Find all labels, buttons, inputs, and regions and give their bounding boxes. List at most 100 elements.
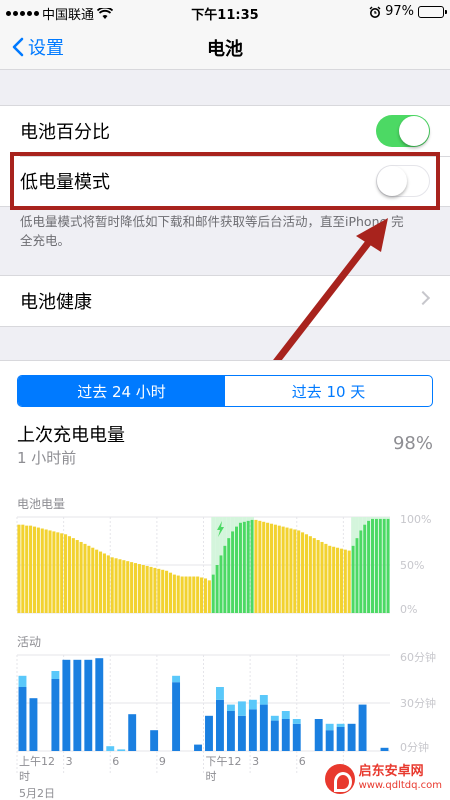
battery-bar	[60, 533, 64, 613]
activity-bar-screen-on	[281, 719, 290, 751]
battery-bar	[332, 546, 336, 613]
battery-bar	[234, 526, 239, 613]
battery-level-chart-title: 电池电量	[17, 497, 66, 511]
activity-x-tick-label: 下午12	[206, 755, 242, 768]
battery-bar	[172, 574, 176, 613]
battery-bar	[114, 558, 118, 613]
battery-bar	[312, 538, 316, 613]
battery-bar	[273, 524, 277, 613]
battery-bar	[184, 576, 188, 613]
battery-bar	[196, 576, 200, 613]
battery-bar	[29, 525, 33, 613]
activity-x-tick-label: 3	[252, 755, 259, 768]
activity-bar-screen-on	[259, 704, 268, 751]
activity-x-tick-label: 6	[112, 755, 119, 768]
tab-last-10-days[interactable]: 过去 10 天	[225, 376, 432, 406]
battery-bar	[336, 547, 340, 613]
activity-bar-screen-on	[29, 698, 38, 751]
watermark-logo-icon	[324, 764, 355, 794]
battery-bar	[266, 522, 270, 613]
battery-bar	[32, 526, 37, 613]
activity-x-tick-label: 上午12	[19, 755, 55, 768]
battery-bar	[269, 523, 274, 613]
charging-background	[219, 517, 223, 556]
battery-bar	[254, 519, 258, 613]
battery-y-tick-label: 50%	[400, 559, 424, 572]
charging-background	[246, 517, 251, 521]
battery-bar	[36, 527, 40, 613]
battery-bar	[118, 559, 122, 613]
battery-bar	[48, 530, 52, 613]
activity-bar-screen-off	[248, 699, 257, 710]
battery-bar	[25, 525, 29, 613]
battery-bar	[370, 518, 375, 613]
battery-bar	[308, 536, 312, 613]
activity-bar-screen-on	[73, 659, 82, 751]
battery-bar	[242, 521, 246, 613]
activity-x-tick-sublabel: 时	[206, 770, 217, 783]
battery-level-chart: 100% 50% 0%	[16, 513, 431, 616]
battery-bar	[359, 530, 363, 613]
last-charge-title: 上次充电电量	[17, 425, 125, 446]
battery-bar	[149, 566, 153, 613]
activity-y-tick-label: 0分钟	[400, 740, 429, 754]
activity-bar-screen-on	[216, 699, 224, 751]
activity-x-tick-label: 3	[66, 755, 73, 768]
battery-bar	[79, 541, 83, 613]
charging-background	[238, 517, 243, 523]
activity-bar-screen-off	[216, 687, 224, 700]
charging-background	[230, 517, 235, 532]
battery-bar	[382, 518, 386, 613]
charging-background	[374, 517, 379, 519]
watermark: 启东安卓网 www.qdltdq.com	[324, 764, 442, 794]
activity-date-label: 5月2日	[19, 787, 55, 800]
battery-bar	[386, 518, 390, 613]
battery-bar	[297, 530, 301, 613]
charging-background	[378, 517, 383, 519]
battery-bar	[301, 532, 305, 613]
battery-bar	[293, 529, 297, 613]
battery-bar	[250, 519, 254, 613]
battery-bar	[203, 578, 207, 613]
battery-bar	[130, 562, 134, 613]
battery-bar	[168, 572, 173, 613]
battery-bar	[320, 541, 324, 613]
battery-bar	[223, 545, 227, 613]
time-range-segmented-control: 过去 24 小时 过去 10 天	[17, 375, 433, 407]
activity-bar-screen-off	[172, 675, 181, 683]
battery-bar	[238, 522, 242, 613]
charging-background	[222, 517, 227, 546]
tab-last-24-hours[interactable]: 过去 24 小时	[18, 376, 225, 406]
battery-bar	[52, 531, 56, 613]
battery-bar	[64, 534, 68, 613]
activity-bar-screen-on	[248, 709, 257, 751]
activity-bar-screen-off	[106, 746, 115, 751]
activity-bar-screen-on	[62, 659, 71, 751]
activity-bar-screen-on	[84, 659, 93, 751]
charging-background	[351, 517, 356, 546]
battery-bar	[133, 563, 138, 613]
battery-bar	[44, 529, 48, 613]
battery-bar	[262, 521, 266, 613]
battery-bar	[71, 538, 75, 613]
charging-background	[355, 517, 359, 539]
activity-bar-screen-off	[292, 719, 301, 724]
charging-background	[234, 517, 239, 527]
last-charge-value: 98%	[392, 433, 433, 454]
battery-bar	[91, 547, 95, 613]
battery-bar	[180, 576, 184, 613]
charging-background	[250, 517, 255, 520]
battery-bar	[211, 574, 215, 613]
activity-bar-screen-on	[172, 682, 181, 751]
battery-bar	[351, 545, 355, 613]
battery-bar	[227, 538, 231, 613]
activity-bar-screen-on	[292, 723, 301, 751]
battery-bar	[339, 548, 343, 613]
battery-bar	[374, 518, 378, 613]
battery-bar	[102, 553, 106, 613]
battery-bar	[145, 565, 149, 613]
activity-bar-screen-on	[325, 730, 334, 751]
battery-bar	[316, 540, 320, 613]
battery-bar	[246, 520, 250, 613]
activity-bar-screen-off	[325, 723, 334, 731]
